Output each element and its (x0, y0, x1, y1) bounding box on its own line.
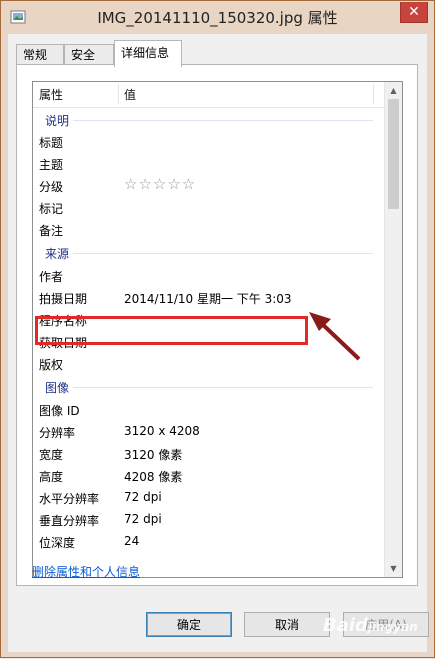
group-divider (73, 253, 373, 254)
group-divider (73, 120, 373, 121)
list-item[interactable]: 主题 (33, 153, 385, 175)
property-name: 宽度 (39, 448, 64, 462)
tab-details[interactable]: 详细信息 (114, 40, 182, 67)
list-item[interactable]: 高度 4208 像素 (33, 465, 385, 487)
tab-general[interactable]: 常规 (16, 44, 64, 65)
list-item[interactable]: 备注 (33, 219, 385, 241)
cancel-button[interactable]: 取消 (244, 612, 330, 637)
baidu-watermark: Baidjingyan (323, 615, 418, 636)
list-item[interactable]: 标题 (33, 131, 385, 153)
column-header-value[interactable]: 值 (124, 86, 136, 103)
property-name: 图像 ID (39, 404, 80, 418)
tab-security[interactable]: 安全 (64, 44, 114, 65)
list-item[interactable]: 宽度 3120 像素 (33, 443, 385, 465)
column-divider[interactable] (373, 84, 374, 104)
property-value: 72 dpi (124, 512, 162, 526)
list-item-date-taken[interactable]: 拍摄日期 2014/11/10 星期一 下午 3:03 (33, 287, 385, 309)
group-label: 说明 (45, 114, 70, 128)
column-divider[interactable] (118, 84, 119, 104)
property-value: 24 (124, 534, 140, 548)
list-item[interactable]: 垂直分辨率 72 dpi (33, 509, 385, 531)
property-name: 标题 (39, 136, 64, 150)
property-name: 备注 (39, 224, 64, 238)
property-value: 4208 像素 (124, 470, 183, 484)
list-item[interactable]: 分辨率 3120 x 4208 (33, 421, 385, 443)
properties-dialog: IMG_20141110_150320.jpg 属性 ✕ 常规 安全 详细信息 … (0, 0, 435, 658)
property-name: 拍摄日期 (39, 292, 88, 306)
scroll-down-arrow-icon[interactable]: ▼ (385, 560, 402, 577)
list-item[interactable]: 位深度 24 (33, 531, 385, 553)
property-value: 3120 像素 (124, 448, 183, 462)
group-header-description[interactable]: 说明 (33, 109, 385, 131)
list-item[interactable]: 图像 ID (33, 399, 385, 421)
property-name: 垂直分辨率 (39, 514, 100, 528)
list-item[interactable]: 水平分辨率 72 dpi (33, 487, 385, 509)
property-name: 作者 (39, 270, 64, 284)
list-item[interactable]: 版权 (33, 353, 385, 375)
scroll-thumb[interactable] (388, 99, 399, 209)
ok-button[interactable]: 确定 (146, 612, 232, 637)
property-name: 分级 (39, 180, 64, 194)
vertical-scrollbar[interactable]: ▲ ▼ (384, 82, 402, 577)
group-label: 图像 (45, 381, 70, 395)
property-value: 72 dpi (124, 490, 162, 504)
dialog-client-area: 常规 安全 详细信息 属性 值 说明 标题 主题 分级 ☆☆☆☆☆ 标记 备注 … (8, 34, 429, 652)
highlight-box (35, 316, 308, 345)
group-header-origin[interactable]: 来源 (33, 242, 385, 264)
property-name: 分辨率 (39, 426, 76, 440)
property-value: 2014/11/10 星期一 下午 3:03 (124, 292, 292, 306)
property-name: 水平分辨率 (39, 492, 100, 506)
close-button[interactable]: ✕ (400, 2, 428, 23)
title-bar[interactable]: IMG_20141110_150320.jpg 属性 ✕ (1, 1, 434, 34)
column-header-property[interactable]: 属性 (39, 86, 63, 103)
list-header: 属性 值 (33, 82, 385, 108)
property-name: 标记 (39, 202, 64, 216)
property-name: 位深度 (39, 536, 76, 550)
remove-properties-link[interactable]: 删除属性和个人信息 (32, 563, 140, 580)
rating-stars[interactable]: ☆☆☆☆☆ (124, 175, 196, 193)
list-item[interactable]: 标记 (33, 197, 385, 219)
group-divider (73, 387, 373, 388)
property-value: 3120 x 4208 (124, 424, 200, 438)
property-name: 高度 (39, 470, 64, 484)
group-label: 来源 (45, 247, 70, 261)
property-name: 主题 (39, 158, 64, 172)
property-name: 版权 (39, 358, 64, 372)
list-item[interactable]: 分级 ☆☆☆☆☆ (33, 175, 385, 197)
scroll-up-arrow-icon[interactable]: ▲ (385, 82, 402, 99)
window-title: IMG_20141110_150320.jpg 属性 (97, 9, 338, 27)
group-header-image[interactable]: 图像 (33, 376, 385, 398)
list-item[interactable]: 作者 (33, 265, 385, 287)
